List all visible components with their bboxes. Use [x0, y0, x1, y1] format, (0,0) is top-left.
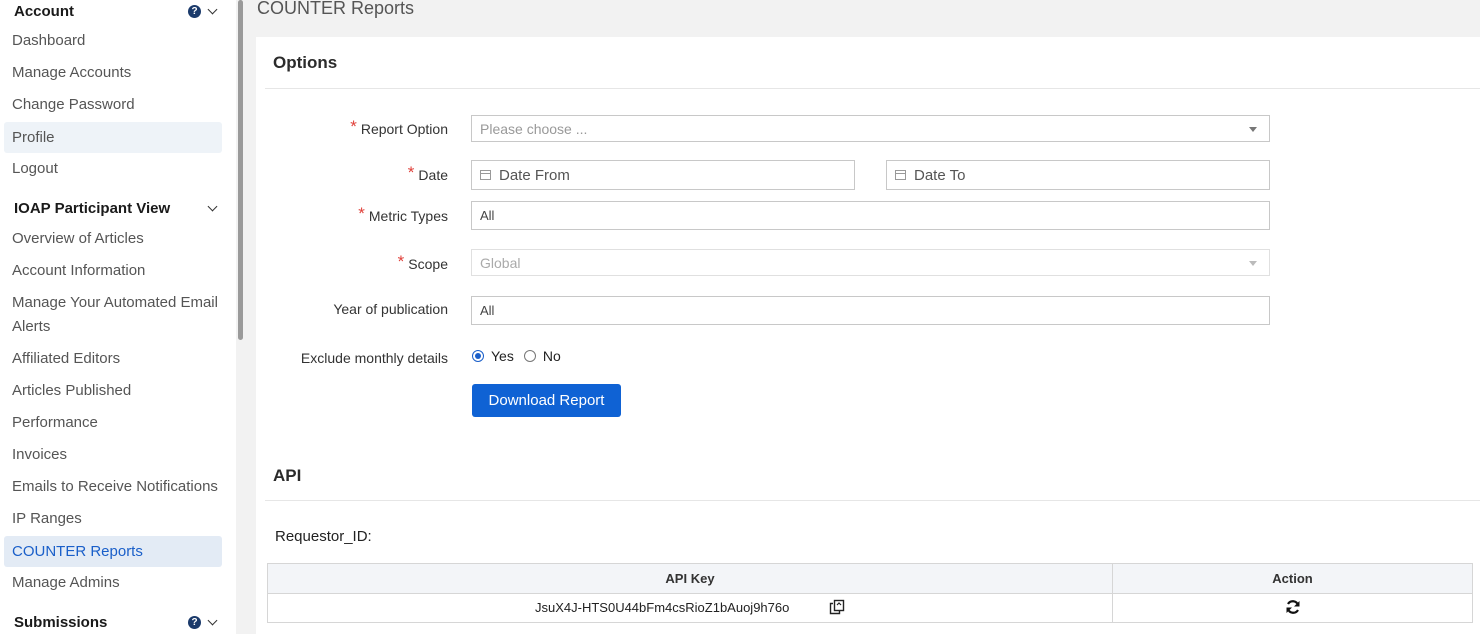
required-marker: *	[397, 252, 405, 271]
sidebar-item-logout[interactable]: Logout	[4, 157, 222, 181]
scope-label: * Scope	[397, 252, 448, 274]
metric-types-label-text: Metric Types	[368, 208, 448, 224]
submissions-header-label: Submissions	[14, 614, 108, 631]
date-to-placeholder: Date To	[914, 166, 966, 184]
api-divider	[265, 500, 1480, 501]
report-option-placeholder: Please choose ...	[480, 120, 588, 137]
help-icon[interactable]: ?	[188, 616, 201, 629]
sidebar-item-invoices[interactable]: Invoices	[4, 443, 222, 467]
sidebar-item-profile[interactable]: Profile	[4, 122, 222, 153]
main-panel: Options * Report Option Please choose ...…	[256, 37, 1480, 634]
table-row: JsuX4J-HTS0U44bFm4csRioZ1bAuoj9h76o	[267, 593, 1473, 623]
sidebar-item-overview-of-articles[interactable]: Overview of Articles	[4, 227, 222, 251]
account-header-label: Account	[14, 3, 74, 20]
sidebar-item-manage-admins[interactable]: Manage Admins	[4, 571, 222, 595]
api-key-cell: JsuX4J-HTS0U44bFm4csRioZ1bAuoj9h76o	[267, 593, 1113, 623]
scope-value: Global	[480, 254, 521, 271]
download-report-button[interactable]: Download Report	[472, 384, 621, 417]
metric-types-value: All	[480, 208, 495, 223]
exclude-monthly-radios: Yes No	[472, 348, 561, 364]
report-option-label-text: Report Option	[360, 121, 448, 137]
dropdown-caret-icon	[1249, 126, 1257, 132]
exclude-monthly-label: Exclude monthly details	[300, 350, 448, 366]
submissions-section-header[interactable]: Submissions ?	[14, 614, 220, 631]
sidebar-item-manage-accounts[interactable]: Manage Accounts	[4, 61, 222, 85]
date-from-input[interactable]: Date From	[471, 160, 855, 190]
api-key-value: JsuX4J-HTS0U44bFm4csRioZ1bAuoj9h76o	[535, 599, 790, 615]
exclude-yes-label[interactable]: Yes	[491, 348, 514, 364]
account-section-header[interactable]: Account ?	[14, 3, 220, 20]
api-title: API	[273, 466, 302, 485]
year-of-publication-input[interactable]: All	[471, 296, 1270, 325]
required-marker: *	[358, 204, 365, 223]
chevron-down-icon[interactable]	[207, 201, 218, 212]
options-divider	[265, 88, 1480, 89]
action-column-header: Action	[1112, 563, 1473, 594]
date-from-placeholder: Date From	[499, 166, 570, 184]
options-title: Options	[273, 53, 338, 72]
page-title: COUNTER Reports	[257, 0, 415, 18]
date-label: * Date	[407, 163, 448, 185]
date-label-text: Date	[418, 167, 448, 183]
sidebar-item-dashboard[interactable]: Dashboard	[4, 29, 222, 53]
dropdown-caret-icon	[1249, 260, 1257, 266]
required-marker: *	[407, 163, 415, 182]
scope-select[interactable]: Global	[471, 249, 1270, 276]
api-key-table: API Key Action JsuX4J-HTS0U44bFm4csRioZ1…	[267, 563, 1473, 623]
year-of-publication-label: Year of publication	[333, 301, 448, 317]
sidebar-item-manage-email-alerts-cont[interactable]: Alerts	[4, 315, 222, 339]
exclude-no-radio[interactable]	[523, 350, 536, 362]
sidebar-item-ip-ranges[interactable]: IP Ranges	[4, 507, 222, 531]
sidebar-item-performance[interactable]: Performance	[4, 411, 222, 435]
year-of-publication-value: All	[480, 303, 495, 318]
ioap-section-header[interactable]: IOAP Participant View	[14, 200, 220, 217]
scope-label-text: Scope	[408, 256, 448, 272]
help-icon[interactable]: ?	[188, 5, 201, 18]
refresh-icon[interactable]	[1285, 599, 1301, 618]
exclude-no-label[interactable]: No	[543, 348, 561, 364]
api-key-column-header: API Key	[267, 563, 1113, 594]
sidebar: Account ? Dashboard Manage Accounts Chan…	[0, 0, 236, 634]
requestor-id-label: Requestor_ID:	[275, 528, 372, 545]
sidebar-item-articles-published[interactable]: Articles Published	[4, 379, 222, 403]
sidebar-item-change-password[interactable]: Change Password	[4, 93, 222, 117]
metric-types-label: * Metric Types	[358, 204, 448, 226]
report-option-label: * Report Option	[350, 117, 448, 139]
chevron-down-icon[interactable]	[207, 615, 218, 626]
calendar-icon	[895, 170, 906, 180]
sidebar-item-account-information[interactable]: Account Information	[4, 259, 222, 283]
sidebar-item-affiliated-editors[interactable]: Affiliated Editors	[4, 347, 222, 371]
required-marker: *	[350, 117, 357, 136]
sidebar-scrollbar[interactable]	[238, 0, 243, 340]
action-cell	[1112, 593, 1473, 623]
ioap-header-label: IOAP Participant View	[14, 200, 171, 217]
report-option-select[interactable]: Please choose ...	[471, 115, 1270, 142]
exclude-yes-radio[interactable]	[472, 350, 484, 362]
sidebar-item-emails-notifications[interactable]: Emails to Receive Notifications	[4, 475, 222, 499]
date-to-input[interactable]: Date To	[886, 160, 1270, 190]
sidebar-item-manage-email-alerts[interactable]: Manage Your Automated Email	[4, 291, 222, 315]
copy-icon[interactable]	[829, 599, 845, 618]
metric-types-input[interactable]: All	[471, 201, 1270, 230]
chevron-down-icon[interactable]	[207, 4, 218, 15]
calendar-icon	[480, 170, 491, 180]
sidebar-item-counter-reports[interactable]: COUNTER Reports	[4, 536, 222, 567]
